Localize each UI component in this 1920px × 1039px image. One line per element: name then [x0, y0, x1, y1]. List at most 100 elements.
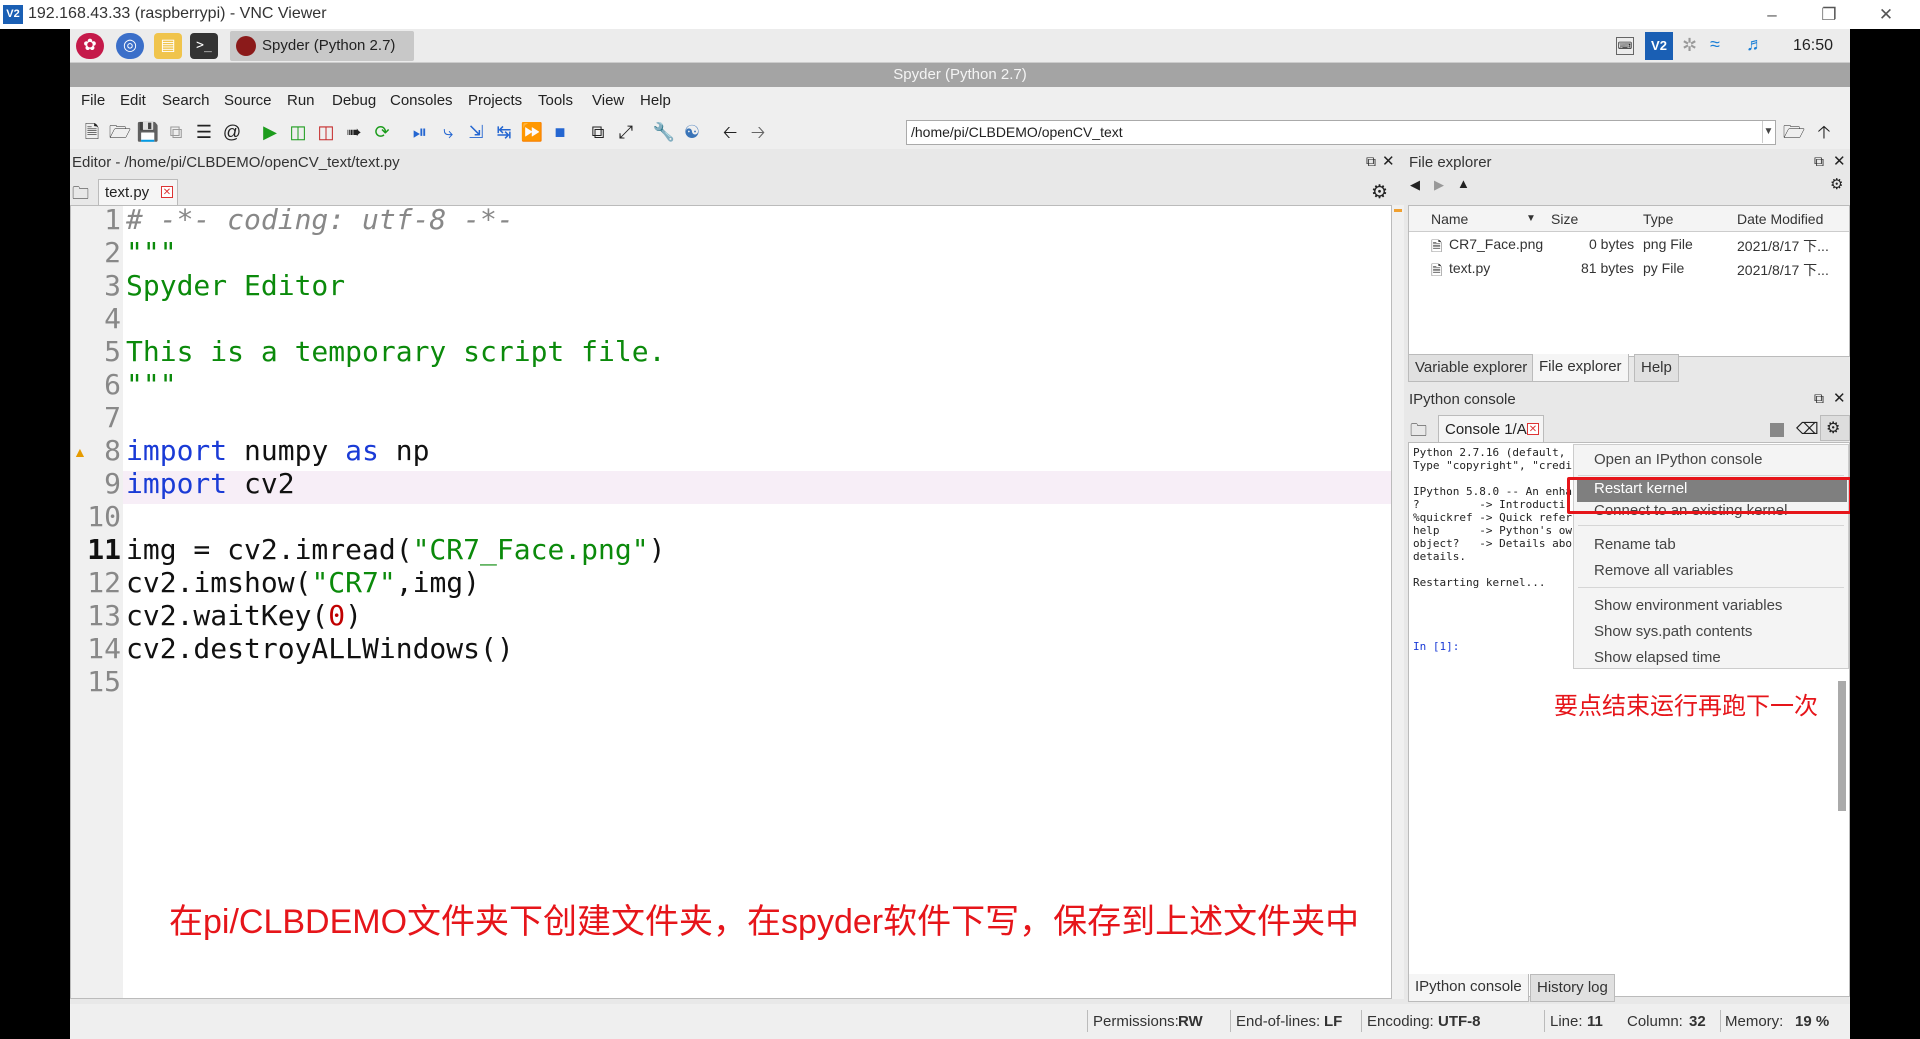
stop-kernel-icon[interactable]	[1770, 423, 1784, 437]
continue-icon[interactable]: ⏩	[520, 120, 544, 144]
symbol-icon[interactable]: @	[220, 120, 244, 144]
python-path-icon[interactable]: ☯	[680, 120, 704, 144]
bluetooth-icon[interactable]: ✲	[1682, 35, 1697, 56]
browse-folder-icon[interactable]: 🗁	[1782, 120, 1806, 144]
step-icon[interactable]: ⤷	[436, 120, 460, 144]
forward-arrow-icon[interactable]: 🡢	[746, 120, 770, 144]
code-line: This is a temporary script file.	[126, 335, 666, 368]
rerun-icon[interactable]: ⟳	[370, 120, 394, 144]
console-options-button[interactable]: ⚙	[1820, 415, 1850, 441]
menu-item-remove-variables[interactable]: Remove all variables	[1594, 562, 1733, 579]
line-number: 14	[87, 632, 121, 665]
volume-icon[interactable]: ♬	[1746, 34, 1764, 55]
working-directory-input[interactable]: /home/pi/CLBDEMO/openCV_text	[906, 120, 1776, 145]
vnc-server-icon[interactable]: V2	[1645, 32, 1673, 60]
undock-icon[interactable]: ⧉	[1814, 390, 1824, 407]
run-cell-icon[interactable]: ◫	[286, 120, 310, 144]
status-column-label: Column:	[1627, 1013, 1683, 1030]
wifi-icon[interactable]: ≈	[1710, 34, 1720, 55]
menu-source[interactable]: Source	[224, 92, 272, 109]
sort-indicator-icon[interactable]: ▼	[1526, 213, 1536, 224]
run-icon[interactable]: ▶	[258, 120, 282, 144]
stop-debug-icon[interactable]: ■	[548, 120, 572, 144]
minimize-icon[interactable]: –	[1752, 3, 1792, 27]
undock-icon[interactable]: ⧉	[1366, 153, 1376, 170]
tab-text-py[interactable]: text.py ✕	[98, 179, 178, 205]
fullscreen-icon[interactable]: ⤢	[614, 120, 638, 144]
column-name[interactable]: Name	[1431, 211, 1468, 227]
debug-icon[interactable]: ⏯	[408, 120, 432, 144]
terminal-icon[interactable]: >_	[190, 33, 218, 59]
close-icon[interactable]: ✕	[1866, 3, 1906, 27]
run-selection-icon[interactable]: ➠	[342, 120, 366, 144]
parent-icon[interactable]: ▲	[1457, 176, 1470, 191]
save-icon[interactable]: 💾	[136, 120, 160, 144]
tab-history-log[interactable]: History log	[1530, 974, 1615, 1002]
file-size: 81 bytes	[1581, 260, 1634, 276]
raspberry-menu-icon[interactable]: ✿	[76, 33, 104, 59]
parent-directory-icon[interactable]: 🡡	[1812, 120, 1836, 144]
file-manager-icon[interactable]: ▤	[154, 33, 182, 59]
maximize-pane-icon[interactable]: ⧉	[586, 120, 610, 144]
warning-icon[interactable]: ▲	[73, 444, 87, 460]
menu-tools[interactable]: Tools	[538, 92, 573, 109]
close-tab-icon[interactable]: ✕	[1527, 423, 1539, 435]
keyboard-icon[interactable]: ⌨	[1616, 37, 1634, 55]
menu-help[interactable]: Help	[640, 92, 671, 109]
tab-variable-explorer[interactable]: Variable explorer	[1408, 354, 1535, 382]
menu-search[interactable]: Search	[162, 92, 210, 109]
table-row[interactable]: 🗎 CR7_Face.png 0 bytes png File 2021/8/1…	[1409, 234, 1849, 256]
gear-icon[interactable]: ⚙	[1371, 181, 1388, 204]
tab-help[interactable]: Help	[1634, 354, 1679, 382]
close-pane-icon[interactable]: ✕	[1382, 152, 1395, 170]
open-file-icon[interactable]: 🗁	[108, 120, 132, 144]
outline-icon[interactable]: ☰	[192, 120, 216, 144]
scroll-marker	[1394, 209, 1402, 212]
menu-view[interactable]: View	[592, 92, 624, 109]
menu-item-sys-path[interactable]: Show sys.path contents	[1594, 623, 1752, 640]
menu-item-open-console[interactable]: Open an IPython console	[1594, 451, 1762, 468]
console-line: Python 2.7.16 (default,	[1413, 446, 1566, 459]
web-browser-icon[interactable]: ◎	[116, 33, 144, 59]
console-scrollbar[interactable]	[1838, 681, 1846, 811]
table-row[interactable]: 🗎 text.py 81 bytes py File 2021/8/17 下..…	[1409, 258, 1849, 280]
code-editor[interactable]: 1 2 3 4 5 6 7 8 9 10 11 12 13 14 15 ▲ # …	[70, 203, 1392, 999]
tab-file-explorer[interactable]: File explorer	[1532, 354, 1629, 382]
tab-console[interactable]: Console 1/A ✕	[1438, 415, 1544, 443]
new-file-icon[interactable]: 🗎	[80, 120, 104, 144]
menu-file[interactable]: File	[81, 92, 105, 109]
close-pane-icon[interactable]: ✕	[1833, 152, 1846, 170]
editor-scrollbar[interactable]	[1392, 205, 1404, 999]
tab-ipython-console[interactable]: IPython console	[1408, 974, 1529, 1002]
close-pane-icon[interactable]: ✕	[1833, 389, 1846, 407]
menu-run[interactable]: Run	[287, 92, 315, 109]
eraser-icon[interactable]: ⌫	[1796, 419, 1819, 439]
column-date[interactable]: Date Modified	[1737, 211, 1823, 227]
undock-icon[interactable]: ⧉	[1814, 153, 1824, 170]
gear-icon[interactable]: ⚙	[1830, 175, 1843, 193]
menu-consoles[interactable]: Consoles	[390, 92, 453, 109]
column-type[interactable]: Type	[1643, 211, 1673, 227]
back-arrow-icon[interactable]: 🡠	[718, 120, 742, 144]
taskbar-spyder-button[interactable]: Spyder (Python 2.7)	[230, 31, 414, 61]
menu-edit[interactable]: Edit	[120, 92, 146, 109]
editor-pane-title: Editor - /home/pi/CLBDEMO/openCV_text/te…	[72, 154, 400, 171]
menu-projects[interactable]: Projects	[468, 92, 522, 109]
step-into-icon[interactable]: ⇲	[464, 120, 488, 144]
forward-icon[interactable]: ▶	[1434, 177, 1444, 193]
status-permissions-label: Permissions:	[1093, 1013, 1179, 1030]
menu-item-env-variables[interactable]: Show environment variables	[1594, 597, 1782, 614]
step-return-icon[interactable]: ↹	[492, 120, 516, 144]
back-icon[interactable]: ◀	[1410, 177, 1420, 193]
chevron-down-icon[interactable]: ▼	[1762, 121, 1774, 143]
menu-debug[interactable]: Debug	[332, 92, 376, 109]
preferences-icon[interactable]: 🔧	[652, 120, 676, 144]
restore-icon[interactable]: ❐	[1809, 3, 1849, 27]
save-all-icon[interactable]: ⧉	[164, 120, 188, 144]
close-tab-icon[interactable]: ✕	[161, 186, 173, 198]
menu-item-elapsed-time[interactable]: Show elapsed time	[1594, 649, 1721, 666]
column-size[interactable]: Size	[1551, 211, 1578, 227]
line-number: 9	[104, 467, 121, 500]
menu-item-rename-tab[interactable]: Rename tab	[1594, 536, 1676, 553]
run-cell-advance-icon[interactable]: ◫	[314, 120, 338, 144]
